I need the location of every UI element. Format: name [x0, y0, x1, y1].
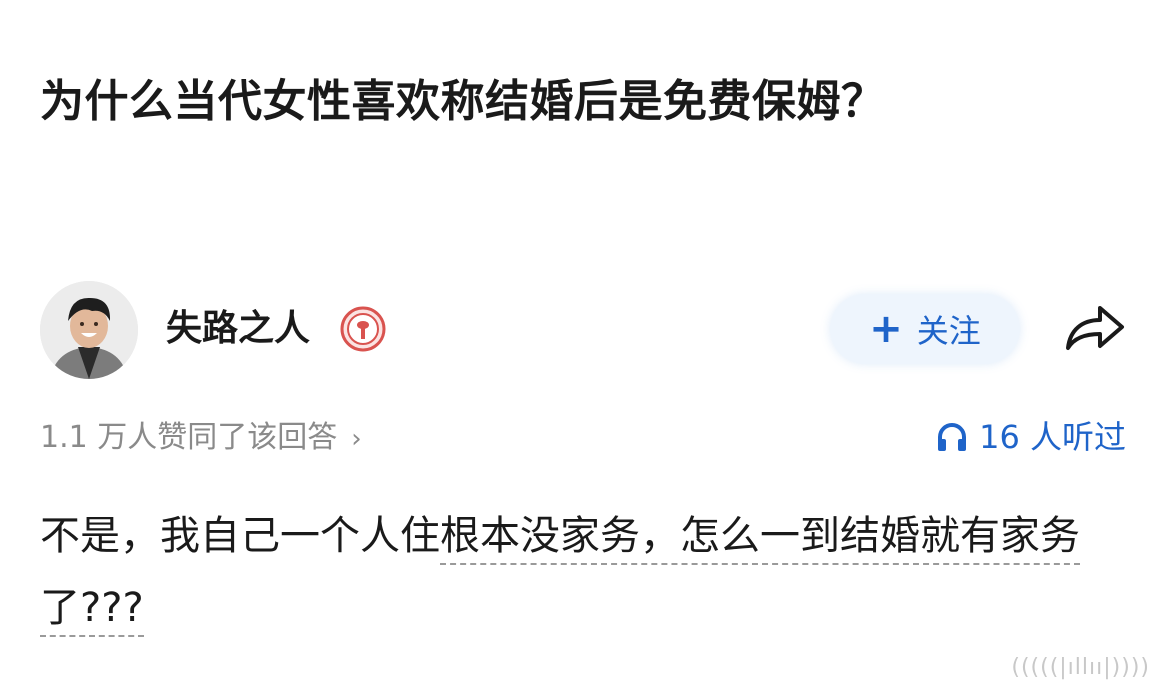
author-name[interactable]: 失路之人: [166, 306, 310, 352]
follow-button[interactable]: + 关注: [830, 294, 1020, 364]
listen-count[interactable]: 16 人听过: [935, 414, 1126, 460]
headphones-icon: [938, 423, 967, 451]
approve-count-link[interactable]: 1.1 万人赞同了该回答 ›: [40, 416, 362, 461]
watermark: (((((|ıllıı|)))): [1011, 655, 1150, 680]
avatar-photo: [40, 281, 138, 379]
share-arrow-icon[interactable]: [1062, 300, 1128, 354]
listen-text: 16 人听过: [979, 418, 1126, 456]
plus-icon: +: [869, 306, 903, 352]
author-avatar[interactable]: [40, 281, 138, 379]
answer-content: 不是，我自己一个人住根本没家务，怎么一到结婚就有家务了???: [40, 500, 1130, 644]
chevron-right-icon: ›: [351, 424, 362, 454]
answer-text: 不是，我自己一个人住: [40, 513, 440, 559]
question-title: 为什么当代女性喜欢称结婚后是免费保姆？: [40, 76, 886, 127]
badge-icon: [340, 306, 386, 352]
approve-text: 1.1 万人赞同了该回答: [40, 420, 338, 455]
follow-label: 关注: [916, 312, 981, 350]
